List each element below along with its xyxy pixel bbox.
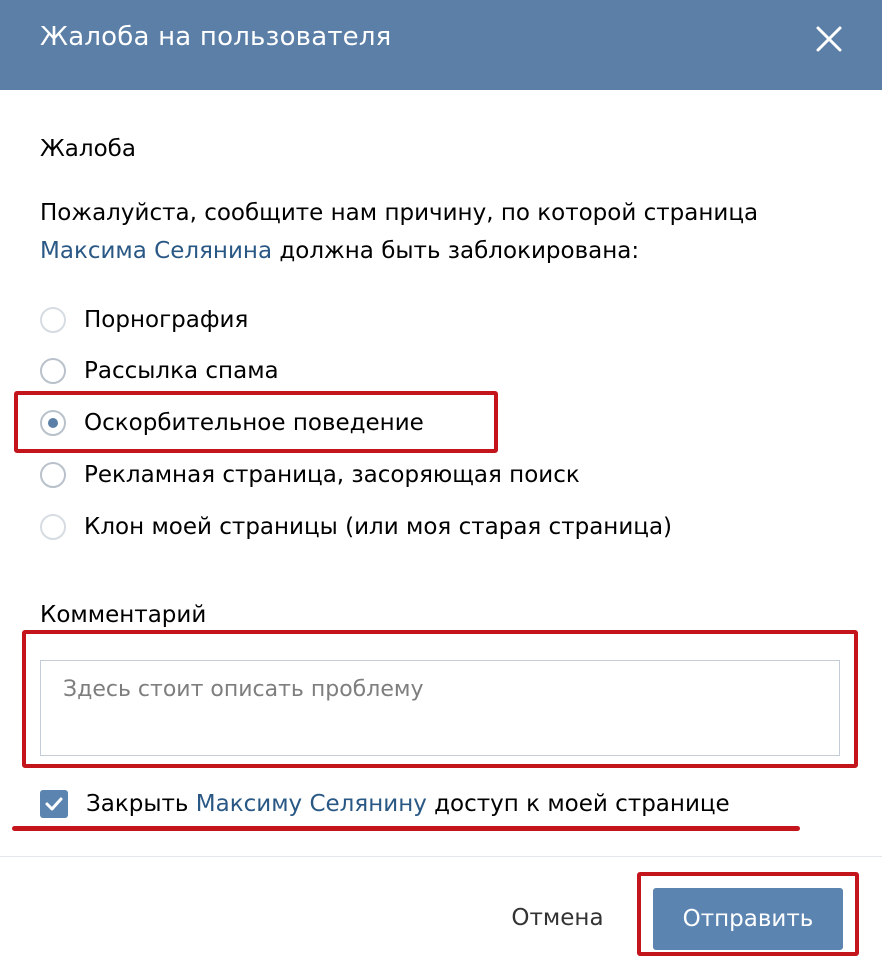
radio-button[interactable] — [40, 462, 66, 488]
comment-title: Комментарий — [40, 602, 207, 628]
description-prefix: Пожалуйста, сообщите нам причину, по кот… — [40, 200, 759, 226]
radio-button-selected[interactable] — [40, 410, 66, 436]
close-icon[interactable] — [812, 22, 846, 56]
label-user-link: Максиму Селянину — [195, 791, 427, 817]
footer-divider — [0, 856, 882, 857]
radio-button[interactable] — [40, 514, 66, 540]
block-access-checkbox-row[interactable]: Закрыть Максиму Селянину доступ к моей с… — [40, 784, 730, 824]
dialog-title: Жалоба на пользователя — [40, 22, 392, 52]
reason-option-clone[interactable]: Клон моей страницы (или моя старая стран… — [40, 507, 672, 547]
label-prefix: Закрыть — [86, 791, 196, 817]
reason-label: Рекламная страница, засоряющая поиск — [84, 462, 580, 488]
description-suffix: должна быть заблокирована: — [272, 238, 640, 264]
annotation-underline-checkbox — [12, 826, 800, 831]
label-suffix: доступ к моей странице — [426, 791, 730, 817]
reason-option-spam[interactable]: Рассылка спама — [40, 351, 279, 391]
reason-label: Клон моей страницы (или моя старая стран… — [84, 514, 673, 540]
user-link[interactable]: Максима Селянина — [40, 238, 272, 264]
reason-label: Порнография — [84, 307, 249, 333]
reason-option-porn[interactable]: Порнография — [40, 300, 248, 340]
checkmark-icon — [45, 797, 63, 811]
reason-option-advertising[interactable]: Рекламная страница, засоряющая поиск — [40, 455, 580, 495]
radio-button[interactable] — [40, 358, 66, 384]
reason-option-abuse[interactable]: Оскорбительное поведение — [40, 403, 424, 443]
reason-label: Оскорбительное поведение — [84, 410, 424, 436]
complaint-description: Пожалуйста, сообщите нам причину, по кот… — [40, 194, 800, 270]
complaint-section-title: Жалоба — [40, 136, 136, 162]
radio-button[interactable] — [40, 307, 66, 333]
reason-label: Рассылка спама — [84, 358, 279, 384]
comment-input[interactable] — [40, 660, 840, 756]
submit-button[interactable]: Отправить — [653, 888, 843, 950]
checkbox-checked[interactable] — [40, 790, 68, 818]
cancel-button[interactable]: Отмена — [500, 896, 615, 940]
block-access-label: Закрыть Максиму Селянину доступ к моей с… — [86, 791, 730, 817]
dialog-header: Жалоба на пользователя — [0, 0, 882, 90]
